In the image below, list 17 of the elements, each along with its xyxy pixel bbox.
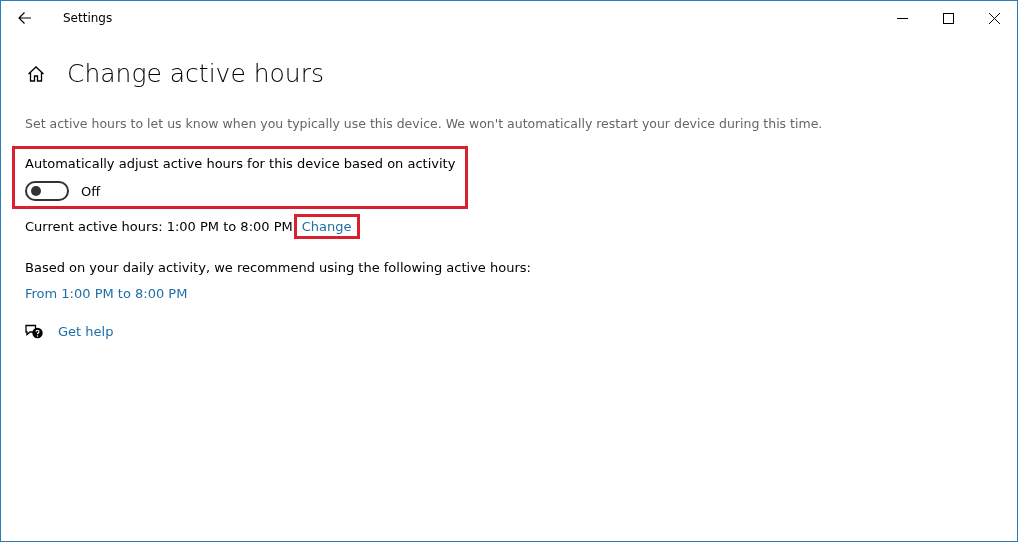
help-chat-icon bbox=[25, 323, 43, 340]
current-hours-text: Current active hours: 1:00 PM to 8:00 PM bbox=[25, 219, 293, 234]
minimize-icon bbox=[896, 17, 908, 19]
page-description: Set active hours to let us know when you typically use this device. We won't automatically restart your device during this time. bbox=[25, 116, 824, 131]
recommended-hours-link[interactable]: From 1:00 PM to 8:00 PM bbox=[25, 286, 993, 301]
change-link[interactable]: Change bbox=[293, 214, 360, 239]
recommendation-text: Based on your daily activity, we recommend using the following active hours: bbox=[25, 260, 532, 275]
page-title: Change active hours bbox=[67, 59, 325, 88]
home-icon[interactable] bbox=[27, 64, 45, 83]
toggle-switch[interactable] bbox=[25, 181, 69, 201]
setting-label: Automatically adjust active hours for this device based on activity bbox=[25, 156, 456, 171]
back-arrow-icon[interactable] bbox=[18, 11, 32, 25]
toggle-state-label: Off bbox=[81, 183, 101, 199]
close-icon bbox=[988, 12, 1000, 24]
get-help-link[interactable]: Get help bbox=[58, 324, 114, 339]
maximize-icon bbox=[942, 12, 954, 24]
window-title: Settings bbox=[63, 11, 113, 25]
